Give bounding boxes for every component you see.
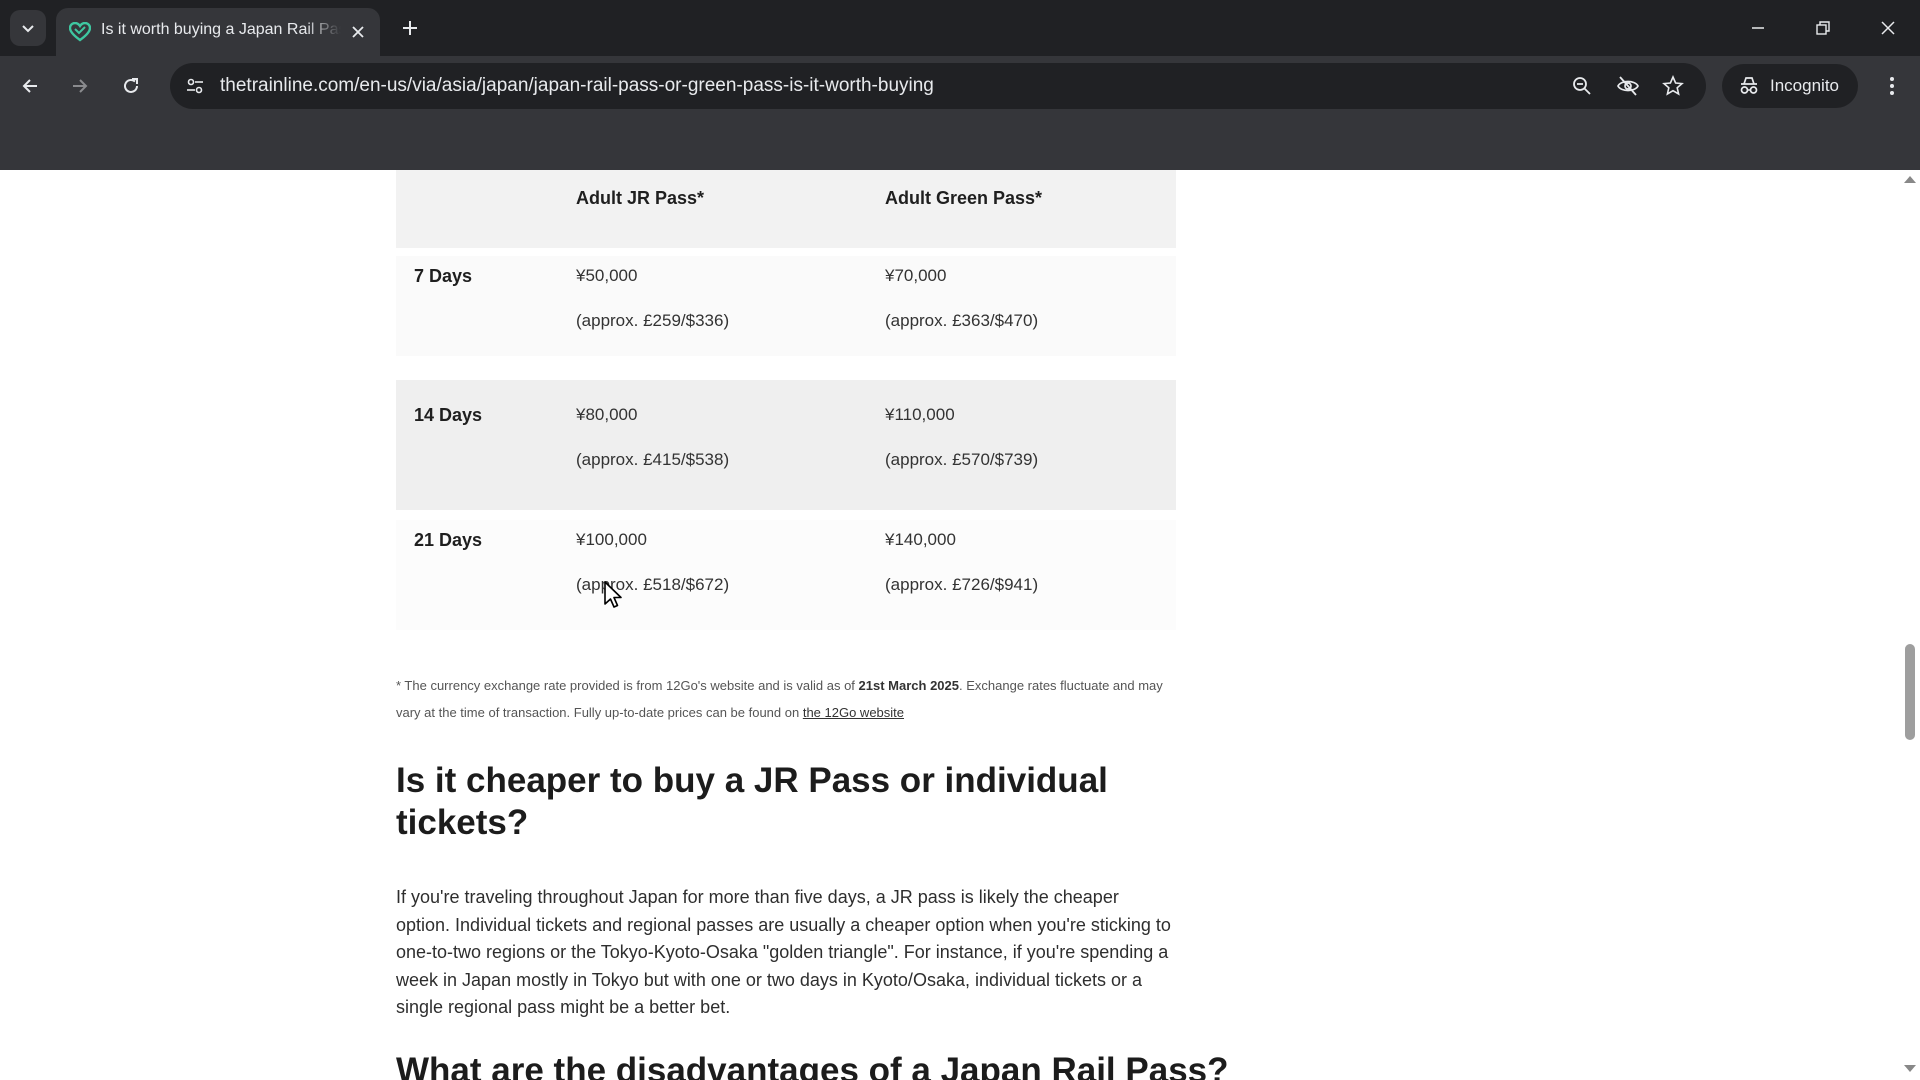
forward-button[interactable] [62,68,98,104]
web-page-content: Adult JR Pass* Adult Green Pass* 7 Days … [0,170,1900,1080]
incognito-label: Incognito [1770,76,1839,95]
star-icon [1662,75,1684,96]
eye-off-icon [1617,76,1639,96]
footnote-text-1: * The currency exchange rate provided is… [396,678,859,693]
jr-approx-price: (approx. £259/$336) [576,311,730,330]
site-settings-button[interactable] [180,71,210,101]
green-approx-price: (approx. £726/$941) [885,575,1039,594]
back-button[interactable] [12,68,48,104]
jr-approx-price: (approx. £518/$672) [576,575,730,594]
reload-icon [124,78,138,93]
incognito-indicator[interactable]: Incognito [1722,64,1858,108]
reload-button[interactable] [113,68,149,104]
header-adult-green-pass: Adult Green Pass* [885,188,1043,208]
green-price: ¥70,000 [885,266,947,285]
footnote-date: 21st March 2025 [858,678,959,693]
12go-website-link[interactable]: the 12Go website [803,705,904,720]
green-approx-price: (approx. £363/$470) [885,311,1039,330]
jr-price: ¥100,000 [576,530,647,549]
zoom-icon [1573,77,1591,95]
table-row: 14 Days ¥80,000 (approx. £415/$538) ¥110… [396,380,1176,510]
jr-approx-price: (approx. £415/$538) [576,450,730,469]
browser-menu-button[interactable] [1874,68,1910,104]
close-window-icon [1881,21,1895,35]
mouse-cursor-icon [604,581,622,608]
tab-bar: Is it worth buying a Japan Rail Pass [0,0,1920,56]
green-price: ¥110,000 [885,405,955,424]
zoom-button[interactable] [1567,71,1597,101]
row-duration: 14 Days [414,405,483,425]
table-row: 7 Days ¥50,000 (approx. £259/$336) ¥70,0… [396,256,1176,356]
minimize-icon [1752,27,1764,29]
bookmark-button[interactable] [1658,71,1688,101]
site-settings-icon [187,78,203,94]
close-tab-button[interactable] [346,20,370,44]
minimize-button[interactable] [1740,10,1776,46]
address-bar[interactable]: thetrainline.com/en-us/via/asia/japan/ja… [170,63,1706,109]
page-scrollbar[interactable] [1900,170,1920,1080]
table-row: 21 Days ¥100,000 (approx. £518/$672) ¥14… [396,520,1176,630]
table-header-row: Adult JR Pass* Adult Green Pass* [396,170,1176,248]
chevron-down-icon [22,25,34,33]
green-price: ¥140,000 [885,530,956,549]
close-icon [352,26,364,38]
row-duration: 7 Days [414,266,473,286]
incognito-icon [1740,77,1758,94]
close-window-button[interactable] [1870,10,1906,46]
heart-favicon-icon [68,20,92,44]
tab-title: Is it worth buying a Japan Rail Pass [101,21,341,38]
exchange-rate-footnote: * The currency exchange rate provided is… [396,672,1176,726]
tracking-protection-button[interactable] [1613,71,1643,101]
kebab-menu-icon [1890,77,1894,95]
next-section-heading: What are the disadvantages of a Japan Ra… [396,1051,1229,1080]
row-duration: 21 Days [414,530,483,550]
back-icon [22,79,37,93]
header-adult-jr-pass: Adult JR Pass* [576,188,705,208]
restore-button[interactable] [1805,10,1841,46]
green-approx-price: (approx. £570/$739) [885,450,1039,469]
jr-price: ¥50,000 [576,266,638,285]
scroll-up-arrow-icon[interactable] [1904,176,1916,183]
tab-search-button[interactable] [10,10,46,46]
price-table: Adult JR Pass* Adult Green Pass* 7 Days … [396,170,1176,630]
plus-icon [403,21,417,35]
browser-toolbar: thetrainline.com/en-us/via/asia/japan/ja… [0,56,1920,170]
forward-icon [73,79,88,93]
scroll-down-arrow-icon[interactable] [1904,1065,1916,1072]
jr-price: ¥80,000 [576,405,638,424]
section-heading: Is it cheaper to buy a JR Pass or indivi… [396,761,1108,842]
active-tab[interactable]: Is it worth buying a Japan Rail Pass [56,8,380,56]
scrollbar-thumb[interactable] [1905,644,1915,740]
restore-icon [1816,21,1830,35]
url-text[interactable]: thetrainline.com/en-us/via/asia/japan/ja… [220,75,934,97]
new-tab-button[interactable] [396,14,424,42]
section-paragraph: If you're traveling throughout Japan for… [396,887,1171,1017]
